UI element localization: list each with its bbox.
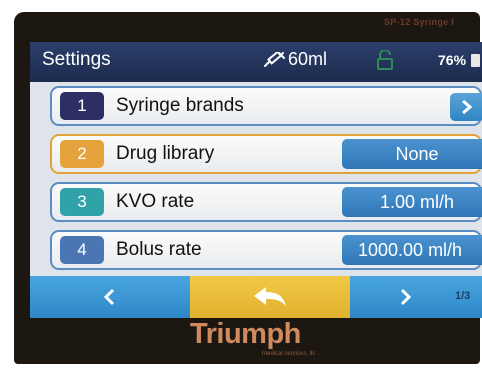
setting-row-bolus-rate[interactable]: 4 Bolus rate 1000.00 ml/h (50, 230, 482, 270)
return-arrow-icon (254, 287, 286, 306)
setting-row-drug-library[interactable]: 2 Drug library None (50, 134, 482, 174)
prev-page-button[interactable] (30, 276, 190, 318)
chevron-right-icon (462, 99, 473, 115)
page-indicator: 1/3 (455, 290, 471, 302)
brand-logo: Triumph (190, 318, 301, 350)
row-number: 1 (60, 92, 104, 120)
brand-tagline: medical services, llc (262, 351, 316, 357)
drug-library-value-button[interactable]: None (342, 139, 482, 169)
syringe-icon (264, 51, 285, 67)
battery-percent: 76% (438, 52, 467, 68)
setting-row-kvo-rate[interactable]: 3 KVO rate 1.00 ml/h (50, 182, 482, 222)
device-model-label: SP-12 Syringe I (384, 17, 455, 27)
row-label: Drug library (116, 143, 215, 164)
syringe-volume-text: 60ml (288, 49, 328, 69)
row-number: 3 (60, 188, 104, 216)
syringe-volume: 60ml (263, 49, 327, 70)
battery-status: 76% (438, 52, 481, 68)
row-label: Syringe brands (116, 95, 244, 116)
chevron-left-icon (103, 288, 115, 306)
page-title: Settings (42, 49, 111, 70)
battery-icon (471, 53, 481, 67)
screen: Settings 60ml 76% 1 Syringe brands 2 Dru… (30, 42, 482, 318)
status-bar: Settings 60ml 76% (30, 42, 482, 82)
back-button[interactable] (190, 276, 350, 318)
row-arrow-button[interactable] (450, 93, 482, 121)
setting-row-syringe-brands[interactable]: 1 Syringe brands (50, 86, 482, 126)
bolus-rate-value-button[interactable]: 1000.00 ml/h (342, 235, 482, 265)
lock-icon (376, 49, 394, 75)
chevron-right-icon (400, 288, 412, 306)
row-number: 2 (60, 140, 104, 168)
kvo-rate-value-button[interactable]: 1.00 ml/h (342, 187, 482, 217)
bottom-navigation: 1/3 (30, 276, 482, 318)
row-number: 4 (60, 236, 104, 264)
row-label: Bolus rate (116, 239, 202, 260)
row-label: KVO rate (116, 191, 195, 212)
